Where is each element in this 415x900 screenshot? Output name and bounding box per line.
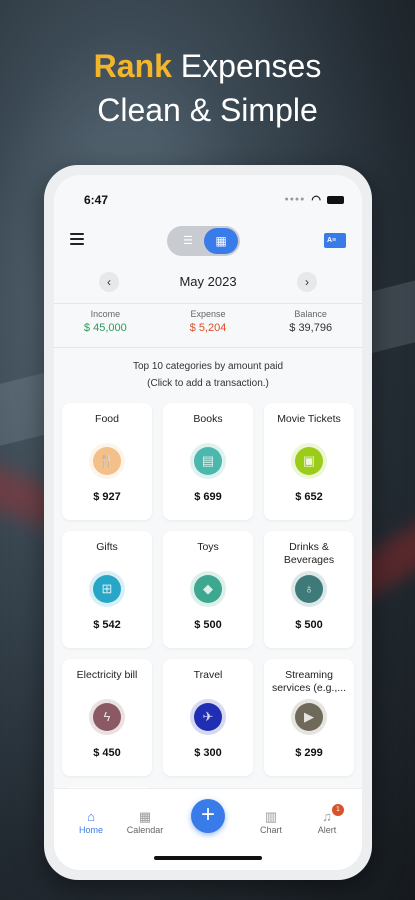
chevron-right-icon[interactable]: › — [297, 272, 317, 292]
tab-chart[interactable]: ▥ Chart — [246, 809, 296, 835]
summary-expense: Expense $ 5,204 — [157, 309, 260, 343]
home-icon: ⌂ — [87, 809, 95, 824]
alert-badge: 1 — [332, 804, 344, 816]
category-name: Gifts — [96, 541, 118, 553]
category-tile[interactable]: Movie Tickets ▣ $ 652 — [264, 403, 354, 520]
battery-icon — [327, 195, 344, 204]
category-name: Books — [193, 413, 223, 425]
grid-view-icon[interactable]: ▦ — [204, 228, 238, 254]
category-name: Streaming services (e.g.,... — [271, 669, 347, 694]
caption-hint: (Click to add a transaction.) — [147, 378, 269, 389]
tab-label: Chart — [259, 825, 282, 835]
toy-icon: ◆ — [190, 571, 226, 607]
category-name: Movie Tickets — [277, 413, 341, 425]
grid-caption: Top 10 categories by amount paid (Click … — [54, 358, 362, 392]
status-time: 6:47 — [84, 193, 109, 207]
divider — [54, 347, 362, 348]
summary-balance: Balance $ 39,796 — [259, 309, 362, 343]
bottom-tab-bar: ⌂ Home ▦ Calendar + ▥ Chart ♫ 1 Alert — [54, 788, 362, 870]
category-tile[interactable]: Drinks & Beverages ♁ $ 500 — [264, 531, 354, 648]
headline-line-2: Clean & Simple — [97, 92, 318, 128]
airplane-icon: ✈ — [190, 699, 226, 735]
list-view-icon[interactable]: ☰ — [173, 231, 203, 251]
divider — [54, 303, 362, 304]
category-name: Food — [95, 413, 119, 425]
category-tile[interactable]: Streaming services (e.g.,... ▶ $ 299 — [264, 659, 354, 776]
tab-calendar[interactable]: ▦ Calendar — [120, 809, 170, 835]
play-icon: ▶ — [291, 699, 327, 735]
bar-chart-icon: ▥ — [264, 809, 278, 824]
drink-icon: ♁ — [291, 571, 327, 607]
gift-icon: ⊞ — [89, 571, 125, 607]
calendar-icon: ▦ — [138, 809, 152, 824]
tab-alert[interactable]: ♫ 1 Alert — [302, 804, 352, 835]
category-tile[interactable]: Gifts ⊞ $ 542 — [62, 531, 152, 648]
category-tile[interactable]: Toys ◆ $ 500 — [163, 531, 253, 648]
headline-accent: Rank — [93, 48, 172, 84]
category-tile[interactable]: Books ▤ $ 699 — [163, 403, 253, 520]
tab-home[interactable]: ⌂ Home — [66, 809, 116, 835]
category-tile[interactable]: Travel ✈ $ 300 — [163, 659, 253, 776]
tab-label: Calendar — [126, 825, 164, 835]
top-bar: ☰ ▦ A≡ — [54, 223, 362, 259]
status-icons: ●●●● ◠ — [284, 193, 344, 206]
add-transaction-button[interactable]: + — [191, 799, 225, 833]
category-name: Toys — [197, 541, 219, 553]
tab-label: Alert — [317, 825, 337, 835]
category-amount: $ 542 — [93, 619, 121, 631]
lightning-icon: ϟ — [89, 699, 125, 735]
category-amount: $ 927 — [93, 491, 121, 503]
category-name: Travel — [193, 669, 223, 681]
summary-income: Income $ 45,000 — [54, 309, 157, 343]
summary-label: Expense — [190, 309, 226, 319]
category-amount: $ 300 — [194, 747, 222, 759]
translate-icon[interactable]: A≡ — [324, 233, 346, 248]
home-indicator — [154, 856, 262, 860]
category-amount: $ 652 — [295, 491, 323, 503]
summary-label: Balance — [294, 309, 327, 319]
book-icon: ▤ — [190, 443, 226, 479]
hamburger-menu-icon[interactable] — [70, 233, 84, 245]
headline-line-1: Rank Expenses — [0, 44, 415, 88]
expense-value: $ 5,204 — [189, 322, 227, 334]
category-amount: $ 299 — [295, 747, 323, 759]
headline-rest: Expenses — [171, 48, 322, 84]
income-value: $ 45,000 — [83, 322, 127, 334]
ticket-icon: ▣ — [291, 443, 327, 479]
category-amount: $ 500 — [295, 619, 323, 631]
category-amount: $ 699 — [194, 491, 222, 503]
summary-row: Income $ 45,000 Expense $ 5,204 Balance … — [54, 309, 362, 343]
caption-title: Top 10 categories by amount paid — [132, 361, 284, 372]
balance-value: $ 39,796 — [289, 322, 333, 334]
promo-headline: Rank Expenses Clean & Simple — [0, 44, 415, 132]
category-tile[interactable]: Food 🍴 $ 927 — [62, 403, 152, 520]
category-amount: $ 500 — [194, 619, 222, 631]
phone-frame: 6:47 ●●●● ◠ ☰ ▦ A≡ ‹ May 2023 › Income $… — [44, 165, 372, 880]
category-name: Drinks & Beverages — [283, 541, 335, 566]
summary-label: Income — [90, 309, 121, 319]
month-selector: ‹ May 2023 › — [54, 270, 362, 294]
wifi-icon: ◠ — [311, 194, 321, 206]
app-screen: 6:47 ●●●● ◠ ☰ ▦ A≡ ‹ May 2023 › Income $… — [54, 175, 362, 870]
category-amount: $ 450 — [93, 747, 121, 759]
bell-icon: ♫ 1 — [302, 804, 352, 825]
category-name: Electricity bill — [76, 669, 138, 681]
tab-label: Home — [78, 825, 103, 835]
fork-knife-icon: 🍴 — [89, 443, 125, 479]
status-bar: 6:47 ●●●● ◠ — [84, 193, 344, 209]
signal-icon: ●●●● — [284, 196, 306, 203]
view-toggle[interactable]: ☰ ▦ — [167, 226, 240, 256]
category-tile[interactable]: Electricity bill ϟ $ 450 — [62, 659, 152, 776]
